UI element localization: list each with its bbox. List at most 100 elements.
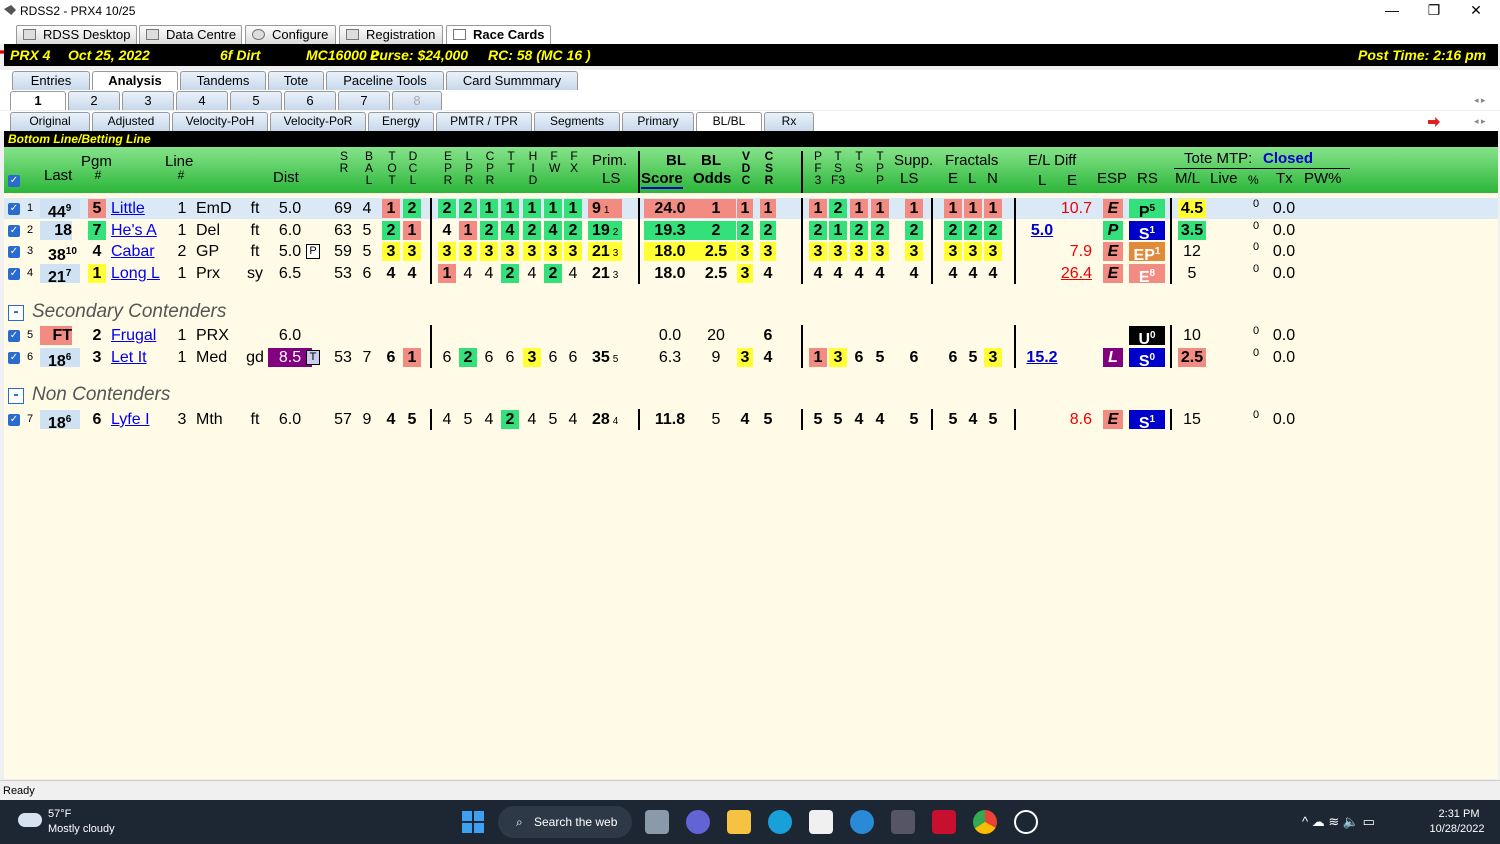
tab-configure[interactable]: Configure [245,25,336,44]
bl-score: 24.0 [644,199,696,218]
csr-value: 4 [763,349,773,366]
tab-tote[interactable]: Tote [268,71,324,90]
column-separator [430,325,432,368]
pace-value: 3 [809,242,827,261]
tab-race-5[interactable]: 5 [230,91,282,110]
chrome-icon[interactable] [973,810,997,834]
tab-registration[interactable]: Registration [339,25,443,44]
tab-velocity-por[interactable]: Velocity-PoR [270,112,366,131]
esp-value [1103,326,1123,345]
rdss-app-icon[interactable] [891,810,915,834]
table-row[interactable]: ✓ 6 186 3 Let It 1 Med gd 8.5 T 53 7 6 1 6 2 6 6 3 6 6 35 5 6.3… [4,347,1498,370]
tab-pmtr-tpr[interactable]: PMTR / TPR [436,112,532,131]
distance: 6.0 [278,327,302,344]
tab-rx[interactable]: Rx [764,112,814,131]
horse-name-link[interactable]: Cabar [111,242,171,261]
prim-ls-rank: 2 [612,227,619,238]
mcafee-icon[interactable] [932,810,956,834]
horse-name-link[interactable]: Long L [111,264,171,283]
tab-race-6[interactable]: 6 [284,91,336,110]
fractal-value: 2 [984,221,1002,240]
store-icon[interactable] [809,810,833,834]
help-icon[interactable] [850,810,874,834]
prim-ls-rank: 5 [612,354,619,365]
row-checkbox[interactable]: ✓ [8,414,20,426]
line-number: 3 [177,411,187,428]
tab-entries[interactable]: Entries [12,71,90,90]
vdc-value: 3 [737,264,753,283]
file-explorer-icon[interactable] [727,810,751,834]
row-checkbox[interactable]: ✓ [8,268,20,280]
task-view-icon[interactable] [645,810,669,834]
bl-odds: 5 [711,411,721,428]
horse-name-link[interactable]: Lyfe I [111,410,171,429]
tab-paceline-tools[interactable]: Paceline Tools [326,71,444,90]
tab-race-cards[interactable]: Race Cards [446,25,551,44]
distance: 5.0 [278,200,302,217]
scroll-arrows-icon[interactable]: ◂ ▸ [1474,95,1486,106]
fractal-value: 3 [964,242,982,261]
row-checkbox[interactable]: ✓ [8,330,20,342]
horse-name-link[interactable]: He's A [111,221,171,240]
minimize-button[interactable]: — [1370,0,1414,22]
hdr-ml: M/L [1175,170,1201,187]
tab-bl-bl[interactable]: BL/BL [696,112,762,131]
tab-race-8[interactable]: 8 [392,91,442,110]
column-separator [801,325,803,368]
ml-odds: 5 [1187,265,1197,282]
tab-race-2[interactable]: 2 [68,91,120,110]
race-purse: Purse: $24,000 [370,47,469,63]
tab-segments[interactable]: Segments [534,112,620,131]
tray-icons[interactable]: ^ ☁ ≋ 🔈 ▭ [1302,814,1375,830]
table-row[interactable]: ✓ 1 449 5 Little 1 EmD ft 5.0 69 4 1 2 2 2 1 1 1 1 1 9 1 24.0 1… [4,198,1498,221]
edge-icon[interactable] [768,810,792,834]
row-number: 3 [27,245,34,257]
tab-velocity-poh[interactable]: Velocity-PoH [172,112,268,131]
tab-race-4[interactable]: 4 [176,91,228,110]
ml-odds: 3.5 [1178,221,1206,240]
select-all-checkbox[interactable]: ✓ [8,175,20,187]
horse-name-link[interactable]: Let It [111,348,171,367]
taskbar-search[interactable]: ⌕ Search the web [498,806,632,838]
table-row[interactable]: ✓ 3 3810 4 Cabar 2 GP ft 5.0 P 59 5 3 3 3 3 3 3 3 3 3 21 3 18.0… [4,241,1498,264]
row-checkbox[interactable]: ✓ [8,246,20,258]
tab-card-summary[interactable]: Card Summmary [446,71,578,90]
table-row[interactable]: ✓ 2 18 7 He's A 1 Del ft 6.0 63 5 2 1 4 1 2 4 2 4 2 19 2 19.3 2… [4,220,1498,243]
close-button[interactable]: ✕ [1454,0,1498,22]
horse-name-link[interactable]: Frugal [111,326,171,345]
tote-pct: 0 [1253,263,1260,275]
row-checkbox[interactable]: ✓ [8,225,20,237]
tab-rdss-desktop[interactable]: RDSS Desktop [16,25,137,44]
track-condition [244,326,266,345]
tab-data-centre[interactable]: Data Centre [139,25,242,44]
line-number: 1 [177,200,187,217]
row-checkbox[interactable]: ✓ [8,352,20,364]
tab-analysis[interactable]: Analysis [92,71,178,90]
collapse-non-button[interactable]: - [8,387,24,404]
tab-adjusted[interactable]: Adjusted [92,112,170,131]
pgm-number: 2 [92,327,102,344]
windows-start-icon[interactable] [462,811,484,833]
card-icon [453,29,466,40]
app-icon-circle[interactable] [1014,810,1038,834]
export-arrow-icon[interactable] [1428,117,1440,127]
hdr-vdc: C [741,173,751,187]
maximize-button[interactable]: ❐ [1412,0,1456,22]
tab-tandems[interactable]: Tandems [180,71,266,90]
table-row[interactable]: ✓ 7 186 6 Lyfe I 3 Mth ft 6.0 57 9 4 5 4 5 4 2 4 5 4 28 4 11.8… [4,409,1498,432]
table-row[interactable]: ✓ 5 FT 2 Frugal 1 PRX 6.0 0.0 20 6 U0 10 0 0.0 [4,325,1498,348]
tab-primary[interactable]: Primary [622,112,694,131]
hdr-pw: PW% [1304,170,1342,187]
tab-original[interactable]: Original [10,112,90,131]
column-separator [638,151,640,193]
row-checkbox[interactable]: ✓ [8,203,20,215]
tab-race-7[interactable]: 7 [338,91,390,110]
tab-race-1[interactable]: 1 [10,91,66,110]
table-row[interactable]: ✓ 4 217 1 Long L 1 Prx sy 6.5 53 6 4 4 1 4 4 2 4 2 4 21 3 18.0… [4,263,1498,286]
tab-race-3[interactable]: 3 [122,91,174,110]
collapse-secondary-button[interactable]: - [8,304,24,321]
tab-energy[interactable]: Energy [368,112,434,131]
scroll-arrows-icon[interactable]: ◂ ▸ [1474,116,1486,127]
horse-name-link[interactable]: Little [111,199,171,218]
chat-icon[interactable] [686,810,710,834]
